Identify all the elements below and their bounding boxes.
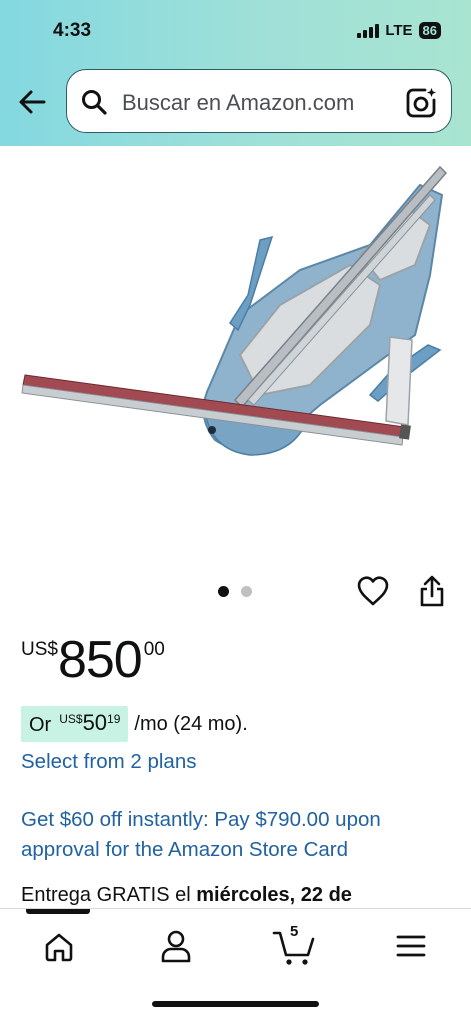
monthly-payment-badge: Or US$ 50 19 <box>21 706 129 742</box>
camera-icon[interactable] <box>405 86 437 118</box>
heart-icon[interactable] <box>356 575 390 607</box>
finance-fraction: 19 <box>107 712 121 726</box>
menu-icon[interactable] <box>396 933 426 959</box>
finance-whole: 50 <box>82 710 108 735</box>
select-plans-link[interactable]: Select from 2 plans <box>21 750 196 774</box>
search-placeholder: Buscar en Amazon.com <box>122 90 355 115</box>
battery-indicator: 86 <box>418 22 441 39</box>
share-icon[interactable] <box>418 574 446 608</box>
price-whole: 850 <box>57 631 143 689</box>
status-indicators: LTE 86 <box>357 22 441 39</box>
carousel-dot-active[interactable] <box>218 586 229 597</box>
search-input[interactable]: Buscar en Amazon.com <box>66 69 452 133</box>
product-price: US$ 850 00 <box>21 630 165 690</box>
finance-or: Or <box>29 714 52 736</box>
search-icon <box>82 90 107 115</box>
product-image[interactable] <box>20 155 451 475</box>
back-arrow-icon[interactable] <box>16 86 48 118</box>
delivery-info: Entrega GRATIS el miércoles, 22 de <box>21 884 352 907</box>
signal-icon <box>357 23 380 38</box>
delivery-date: miércoles, 22 de <box>196 884 352 906</box>
finance-term: /mo (24 mo). <box>134 712 248 735</box>
cart-count-badge: 5 <box>290 923 299 940</box>
price-fraction: 00 <box>143 639 165 660</box>
carousel-dot[interactable] <box>241 586 252 597</box>
nav-active-indicator <box>26 909 90 914</box>
monthly-payment: Or US$ 50 19 /mo (24 mo). <box>21 706 248 742</box>
price-currency: US$ <box>21 639 58 660</box>
header: 4:33 LTE 86 Buscar en Amazon.com <box>0 0 471 146</box>
image-carousel-dots <box>218 586 252 597</box>
status-time: 4:33 <box>53 20 92 41</box>
home-indicator-bar <box>152 1001 319 1007</box>
home-icon[interactable] <box>43 931 75 963</box>
delivery-prefix: Entrega GRATIS el <box>21 884 197 906</box>
network-label: LTE <box>385 22 413 39</box>
account-icon[interactable] <box>160 929 192 963</box>
finance-currency: US$ <box>59 712 83 726</box>
store-card-promo-link[interactable]: Get $60 off instantly: Pay $790.00 upon … <box>21 805 451 865</box>
